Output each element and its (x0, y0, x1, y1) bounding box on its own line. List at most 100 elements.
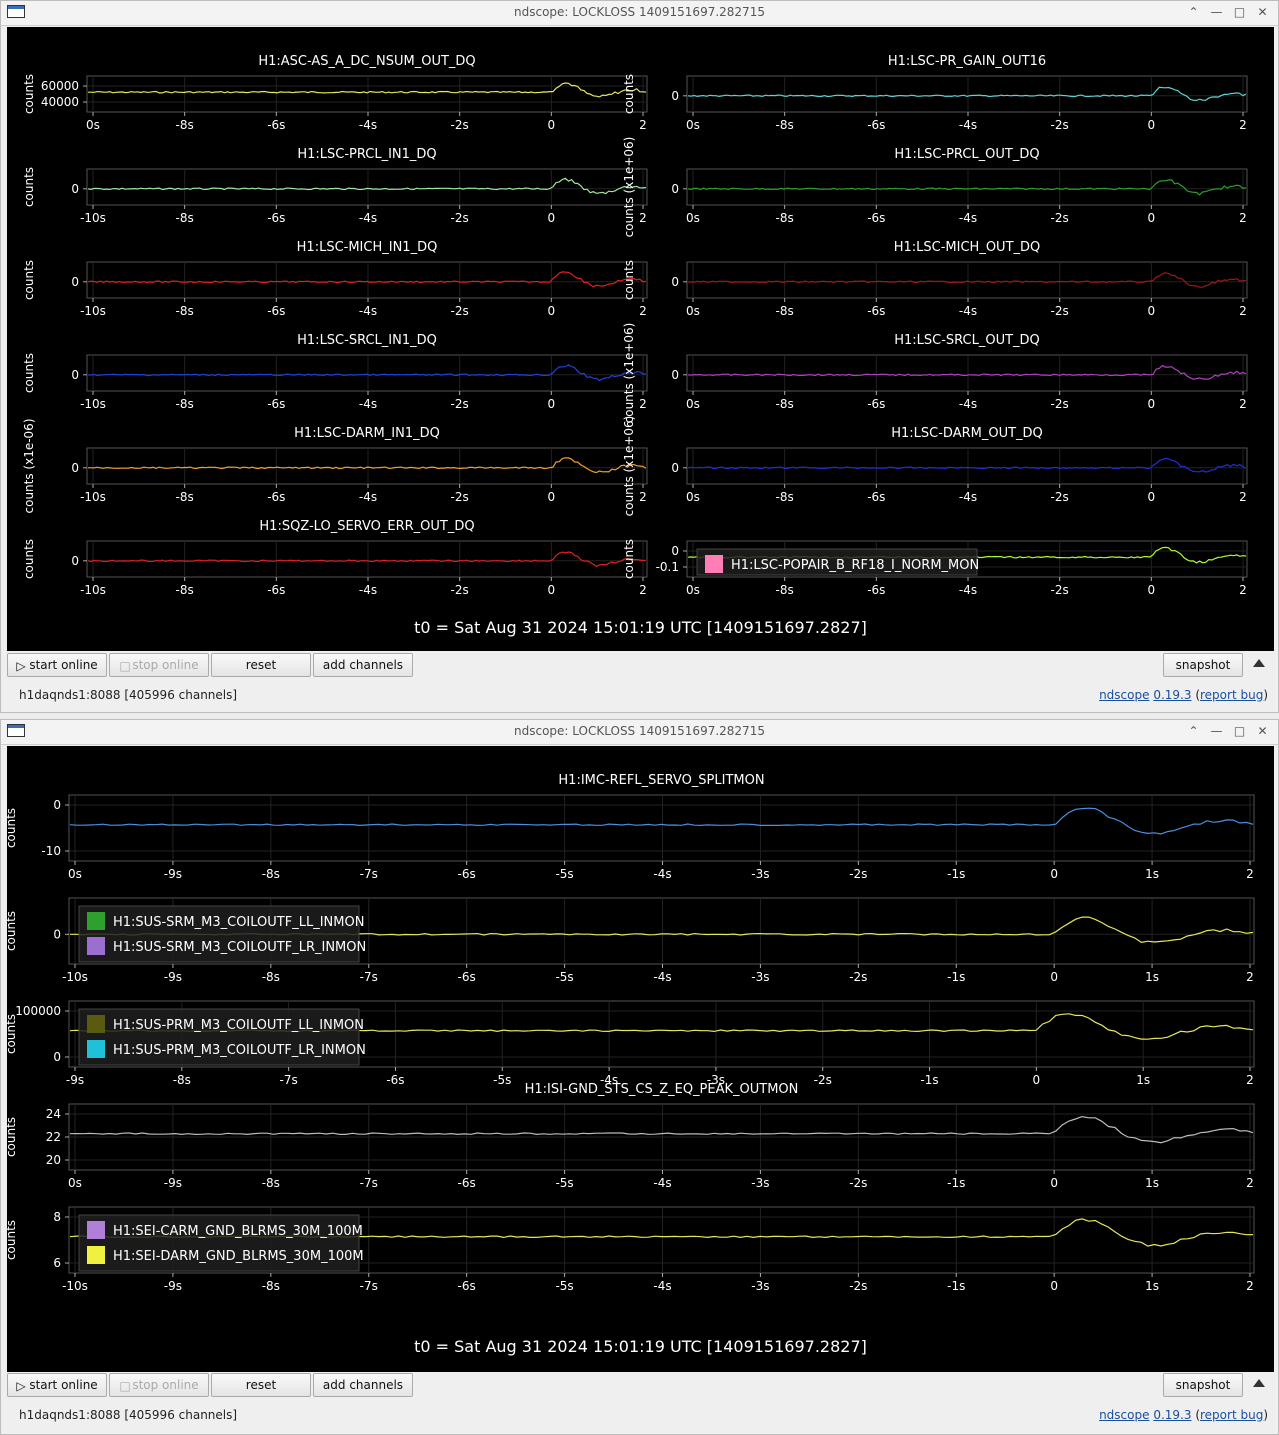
version-info: ndscope 0.19.3 (report bug) (1099, 1408, 1268, 1422)
x-tick-label: -4s (653, 1279, 671, 1293)
x-tick-label: -2s (849, 970, 867, 984)
x-tick-label: -6s (386, 1073, 404, 1087)
y-tick-label: 100000 (15, 1004, 61, 1018)
ndscope-link[interactable]: ndscope (1099, 1408, 1149, 1422)
plot-frame (86, 261, 648, 299)
stop-online-button[interactable]: □ stop online (109, 1373, 209, 1397)
version-link[interactable]: 0.19.3 (1153, 1408, 1191, 1422)
version-info: ndscope 0.19.3 (report bug) (1099, 688, 1268, 702)
y-axis-label: counts (22, 167, 36, 207)
shade-icon[interactable]: ⌃ (1184, 722, 1203, 741)
y-tick-label: 8 (53, 1210, 61, 1224)
close-icon[interactable]: ✕ (1253, 722, 1272, 741)
plot-area[interactable]: H1:ASC-AS_A_DC_NSUM_OUT_DQ counts 0s -8s -6s… (7, 27, 1274, 651)
x-tick-label: 2 (639, 490, 647, 504)
title-bar[interactable]: ndscope: LOCKLOSS 1409151697.282715 ⌃ — … (1, 1, 1278, 26)
plot-panel: H1:LSC-DARM_IN1_DQ counts (x1e-06) -10s -8s… (22, 418, 648, 514)
plot-title: H1:LSC-DARM_OUT_DQ (891, 426, 1043, 441)
x-tick-label: 0s (686, 583, 700, 597)
x-tick-label: -9s (164, 1279, 182, 1293)
y-axis-label: counts (x1e+06) (622, 323, 636, 424)
plot-frame (686, 354, 1248, 392)
x-tick-label: -10s (80, 397, 106, 411)
x-tick-label: -8s (262, 970, 280, 984)
minimize-icon[interactable]: — (1207, 722, 1226, 741)
server-status: h1daqnds1:8088 [405996 channels] (19, 1408, 238, 1422)
x-tick-label: -1s (947, 867, 965, 881)
x-tick-label: -6s (458, 1176, 476, 1190)
x-tick-label: -6s (458, 970, 476, 984)
x-tick-label: -2s (1051, 583, 1069, 597)
stop-online-button[interactable]: □ stop online (109, 653, 209, 677)
shade-icon[interactable]: ⌃ (1184, 3, 1203, 22)
ndscope-link[interactable]: ndscope (1099, 688, 1149, 702)
version-link[interactable]: 0.19.3 (1153, 688, 1191, 702)
y-axis-label: counts (22, 353, 36, 393)
maximize-icon[interactable]: □ (1230, 3, 1249, 22)
x-tick-label: 2 (639, 118, 647, 132)
x-tick-label: -6s (867, 397, 885, 411)
x-tick-label: -7s (360, 1279, 378, 1293)
plot-stack[interactable]: H1:IMC-REFL_SERVO_SPLITMONcounts 0s -9s -8s… (7, 746, 1274, 1336)
x-tick-label: 2 (639, 397, 647, 411)
y-tick-label: 0 (71, 368, 79, 382)
x-tick-label: 1s (1145, 867, 1159, 881)
minimize-icon[interactable]: — (1207, 3, 1226, 22)
add-channels-button[interactable]: add channels (313, 653, 413, 677)
legend: H1:SUS-SRM_M3_COILOUTF_LL_INMON H1:SUS-SR… (78, 905, 366, 963)
x-tick-label: -5s (555, 970, 573, 984)
x-tick-label: -2s (814, 1073, 832, 1087)
report-bug-link[interactable]: report bug (1200, 1408, 1263, 1422)
x-tick-label: 1s (1145, 1176, 1159, 1190)
x-tick-label: -10s (62, 970, 88, 984)
snapshot-button[interactable]: snapshot (1163, 653, 1243, 677)
collapse-arrow-icon[interactable] (1253, 1379, 1265, 1387)
x-tick-label: -4s (959, 118, 977, 132)
x-tick-label: 0 (1148, 490, 1156, 504)
reset-button[interactable]: reset (211, 653, 311, 677)
plot-area[interactable]: H1:IMC-REFL_SERVO_SPLITMON counts 0s -9s -8s… (7, 746, 1274, 1372)
start-online-button[interactable]: ▷ start online (7, 653, 107, 677)
x-tick-label: -4s (959, 211, 977, 225)
y-axis-label: counts (622, 260, 636, 300)
reset-button[interactable]: reset (211, 1373, 311, 1397)
x-tick-label: -8s (262, 1176, 280, 1190)
legend-label: H1:SUS-PRM_M3_COILOUTF_LL_INMON (113, 1018, 364, 1033)
x-tick-label: -9s (66, 1073, 84, 1087)
x-tick-label: -10s (80, 304, 106, 318)
x-tick-label: 0 (1050, 867, 1058, 881)
x-tick-label: -4s (359, 211, 377, 225)
y-tick-label: -0.1 (656, 560, 679, 574)
maximize-icon[interactable]: □ (1230, 722, 1249, 741)
plot-panel: counts -10s -9s -8s -7s -6s -5s -4s -3s -2s -1s 0 1s… (7, 1206, 1255, 1293)
x-tick-label: 0s (686, 304, 700, 318)
x-tick-label: 0s (68, 867, 82, 881)
x-tick-label: -2s (451, 211, 469, 225)
y-axis-label: counts (7, 911, 18, 951)
start-online-button[interactable]: ▷ start online (7, 1373, 107, 1397)
plot-title: H1:SQZ-LO_SERVO_ERR_OUT_DQ (259, 519, 474, 534)
x-tick-label: -1s (947, 1279, 965, 1293)
legend-label: H1:SUS-PRM_M3_COILOUTF_LR_INMON (113, 1043, 366, 1058)
x-tick-label: -4s (653, 1176, 671, 1190)
snapshot-button[interactable]: snapshot (1163, 1373, 1243, 1397)
close-icon[interactable]: ✕ (1253, 3, 1272, 22)
x-tick-label: -6s (267, 397, 285, 411)
x-tick-label: -2s (451, 397, 469, 411)
y-tick-label: 40000 (41, 95, 79, 109)
plot-panel: H1:ASC-AS_A_DC_NSUM_OUT_DQcounts 0s -8s -6s… (22, 54, 648, 132)
plot-grid[interactable]: H1:ASC-AS_A_DC_NSUM_OUT_DQcounts 0s -8s -6s… (7, 27, 1274, 627)
x-tick-label: 0s (68, 1176, 82, 1190)
y-tick-label: -10 (41, 844, 61, 858)
add-channels-button[interactable]: add channels (313, 1373, 413, 1397)
x-tick-label: -4s (359, 118, 377, 132)
report-bug-link[interactable]: report bug (1200, 688, 1263, 702)
x-tick-label: 0 (1148, 118, 1156, 132)
collapse-arrow-icon[interactable] (1253, 659, 1265, 667)
x-tick-label: -8s (776, 397, 794, 411)
x-tick-label: 2 (1246, 1176, 1254, 1190)
title-bar[interactable]: ndscope: LOCKLOSS 1409151697.282715 ⌃ — … (1, 720, 1278, 745)
server-status: h1daqnds1:8088 [405996 channels] (19, 688, 238, 702)
plot-frame (686, 75, 1248, 113)
plot-panel: counts 0s -8s -6s -4s -2s 0 2 0 -0.1 H1:LSC-POPAIR… (622, 539, 1248, 597)
